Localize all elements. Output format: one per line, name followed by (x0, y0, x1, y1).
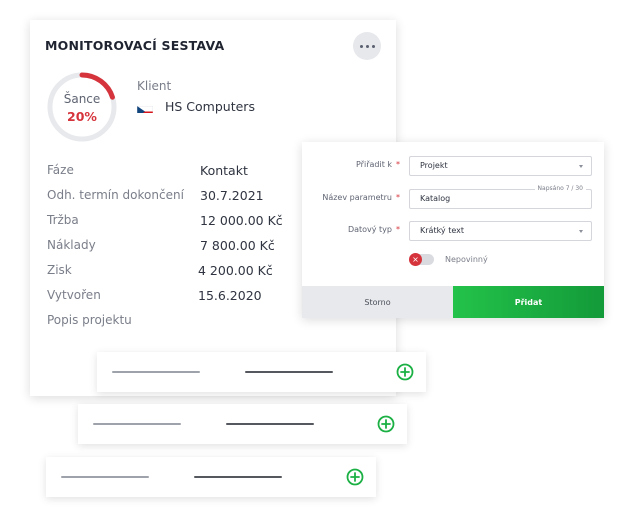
czech-flag-icon (137, 102, 153, 113)
row-value-phase: Kontakt (200, 163, 248, 178)
assign-label-text: Přiřadit k (356, 160, 392, 169)
more-horizontal-icon (359, 44, 363, 48)
required-mark: * (396, 225, 400, 234)
chevron-down-icon (579, 230, 583, 233)
placeholder-line (226, 423, 314, 425)
data-type-select[interactable]: Krátký text (409, 221, 592, 241)
row-label-revenue: Tržba (47, 213, 79, 227)
param-name-label: Název parametru * (322, 193, 400, 202)
required-mark: * (396, 193, 400, 202)
row-value-profit: 4 200.00 Kč (198, 263, 273, 278)
row-label-phase: Fáze (47, 163, 74, 177)
row-label-created: Vytvořen (47, 288, 101, 302)
cancel-button[interactable]: Storno (302, 286, 453, 318)
data-type-label-text: Datový typ (347, 225, 392, 234)
row-value-estimated-date: 30.7.2021 (200, 188, 264, 203)
chance-label: Šance (63, 92, 101, 106)
row-value-created: 15.6.2020 (198, 288, 262, 303)
add-button[interactable]: Přidat (453, 286, 604, 318)
placeholder-line (245, 371, 333, 373)
card-title: MONITOROVACÍ SESTAVA (45, 38, 225, 53)
more-dot (365, 44, 369, 48)
client-label: Klient (137, 79, 172, 93)
more-dot (371, 44, 375, 48)
placeholder-row (46, 457, 376, 497)
client-name: HS Computers (165, 99, 255, 114)
placeholder-line (61, 476, 149, 478)
assign-select-value: Projekt (420, 161, 448, 170)
chevron-down-icon (579, 165, 583, 168)
param-name-value: Katalog (420, 194, 451, 203)
assign-select[interactable]: Projekt (409, 156, 592, 176)
chance-gauge: Šance 20% (46, 71, 118, 143)
placeholder-line (112, 371, 200, 373)
chance-value: 20% (67, 109, 97, 124)
more-options-button[interactable] (353, 32, 381, 60)
row-label-costs: Náklady (47, 238, 96, 252)
row-label-profit: Zisk (47, 263, 72, 277)
chance-gauge-svg (47, 72, 117, 142)
optional-toggle[interactable]: × (409, 253, 434, 266)
plus-circle-icon[interactable] (346, 468, 364, 486)
close-icon: × (409, 253, 422, 266)
placeholder-line (93, 423, 181, 425)
row-value-costs: 7 800.00 Kč (200, 238, 275, 253)
row-value-revenue: 12 000.00 Kč (200, 213, 283, 228)
placeholder-row (97, 352, 426, 392)
placeholder-line (194, 476, 282, 478)
data-type-label: Datový typ * (348, 225, 400, 234)
data-type-value: Krátký text (420, 226, 464, 235)
param-name-label-text: Název parametru (322, 193, 392, 202)
param-name-input[interactable]: Katalog Napsáno 7 / 30 (409, 184, 592, 209)
row-label-description: Popis projektu (47, 313, 132, 327)
required-mark: * (396, 160, 400, 169)
placeholder-row (78, 404, 407, 444)
plus-circle-icon[interactable] (396, 363, 414, 381)
char-counter: Napsáno 7 / 30 (534, 184, 586, 193)
assign-label: Přiřadit k * (356, 160, 400, 169)
add-parameter-dialog: Přiřadit k * Projekt Název parametru * Kat… (302, 142, 604, 318)
plus-circle-icon[interactable] (377, 415, 395, 433)
row-label-estimated-date: Odh. termín dokončení (47, 188, 184, 202)
optional-toggle-label: Nepovinný (445, 255, 488, 264)
